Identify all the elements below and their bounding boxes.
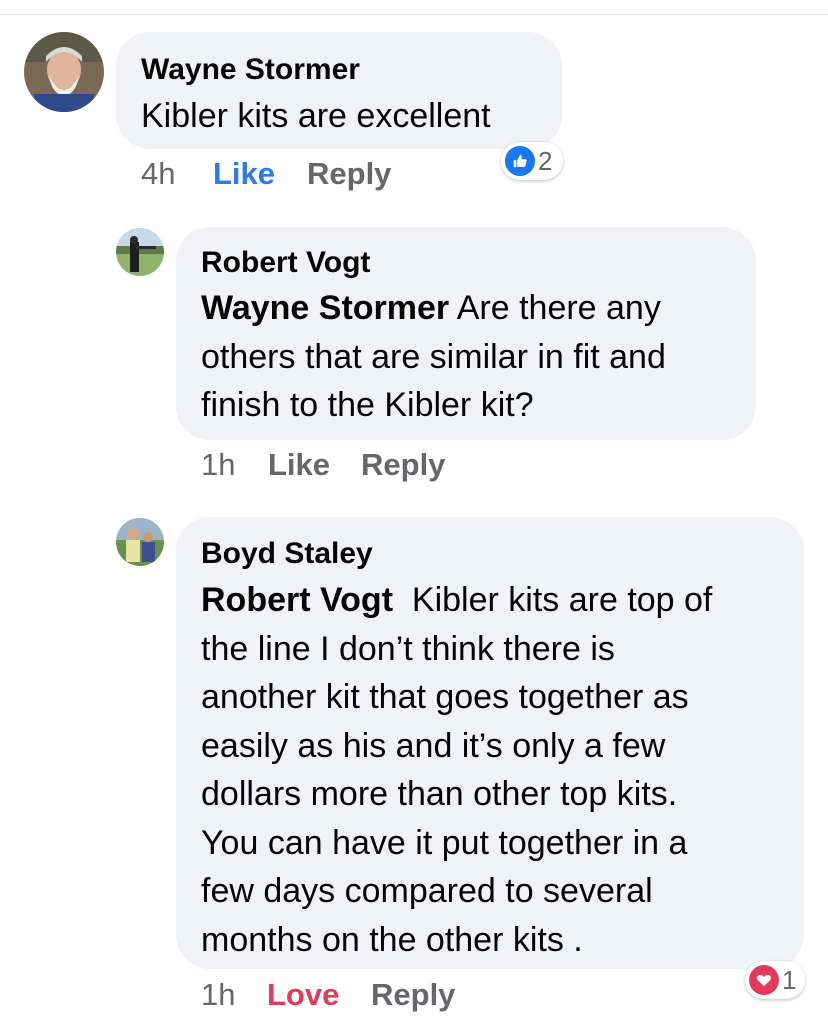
love-button[interactable]: Love	[267, 977, 339, 1013]
reply-button[interactable]: Reply	[371, 977, 455, 1013]
avatar[interactable]	[116, 518, 164, 566]
reaction-count: 1	[782, 964, 797, 995]
reaction-count-badge[interactable]: 2	[501, 142, 563, 180]
mention-link[interactable]: Wayne Stormer	[201, 289, 449, 327]
text-line: others that are similar in fit and	[201, 337, 666, 376]
comment-timestamp[interactable]: 4h	[141, 156, 175, 192]
text-line: Are there any	[449, 289, 661, 327]
text-line: dollars more than other top kits.	[201, 775, 678, 813]
mention-link[interactable]: Robert Vogt	[201, 581, 393, 619]
reaction-count-badge[interactable]: 1	[745, 961, 805, 999]
text-line: You can have it put together in a	[201, 823, 688, 862]
avatar[interactable]	[116, 228, 164, 276]
like-button[interactable]: Like	[213, 156, 275, 192]
comment-text: Wayne Stormer Are there any others that …	[201, 284, 741, 430]
reply-button[interactable]: Reply	[361, 447, 445, 483]
divider	[0, 14, 828, 15]
text-line: finish to the Kibler kit?	[201, 386, 534, 424]
text-line: few days compared to several	[201, 872, 653, 910]
comment-text: Kibler kits are excellent	[141, 97, 491, 135]
comment-author[interactable]: Wayne Stormer	[141, 53, 360, 87]
thumbs-up-icon	[505, 146, 535, 176]
text-line: easily as his and it’s only a few	[201, 726, 666, 765]
text-line: another kit that goes together as	[201, 678, 689, 716]
comment-author[interactable]: Robert Vogt	[201, 246, 370, 280]
comment-timestamp[interactable]: 1h	[201, 977, 235, 1013]
reaction-count: 2	[538, 145, 553, 176]
text-line: the line I don’t think there is	[201, 629, 615, 668]
reply-button[interactable]: Reply	[307, 156, 391, 192]
avatar[interactable]	[24, 32, 104, 112]
comment-text: Robert Vogt Kibler kits are top of the l…	[201, 576, 791, 964]
comment-timestamp[interactable]: 1h	[201, 447, 235, 483]
like-button[interactable]: Like	[268, 447, 330, 483]
text-line: months on the other kits .	[201, 920, 583, 959]
text-line: Kibler kits are top of	[393, 581, 713, 619]
heart-icon	[749, 965, 779, 995]
comment-author[interactable]: Boyd Staley	[201, 537, 373, 571]
